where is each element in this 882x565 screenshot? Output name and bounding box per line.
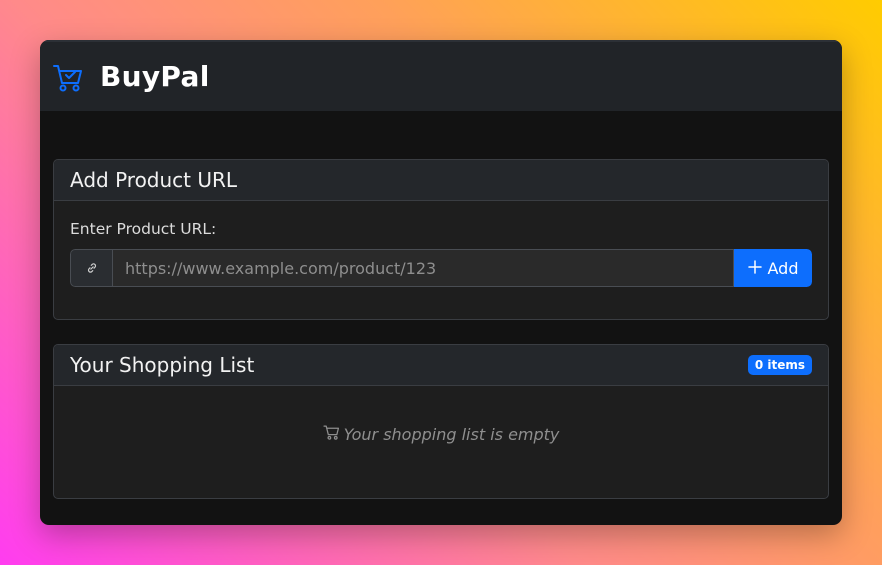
item-count-badge: 0 items bbox=[747, 355, 812, 375]
link-icon bbox=[70, 249, 112, 287]
product-url-input[interactable] bbox=[112, 249, 734, 287]
add-product-title: Add Product URL bbox=[70, 168, 238, 192]
plus-icon bbox=[747, 259, 762, 278]
add-product-card: Add Product URL Enter Product URL: Add bbox=[53, 159, 829, 320]
empty-state-text: Your shopping list is empty bbox=[343, 425, 560, 444]
app-window: BuyPal Add Product URL Enter Product URL… bbox=[40, 40, 842, 525]
cart-check-icon bbox=[52, 61, 84, 93]
brand-name[interactable]: BuyPal bbox=[100, 60, 210, 93]
add-button-label: Add bbox=[767, 258, 799, 278]
shopping-list-card: Your Shopping List 0 items Your shopping… bbox=[53, 344, 829, 499]
navbar: BuyPal bbox=[40, 40, 842, 111]
shopping-list-card-header: Your Shopping List 0 items bbox=[54, 345, 828, 386]
url-input-group: Add bbox=[70, 249, 812, 287]
add-product-card-header: Add Product URL bbox=[54, 160, 828, 201]
product-url-label: Enter Product URL: bbox=[70, 220, 217, 238]
empty-state: Your shopping list is empty bbox=[54, 424, 828, 445]
shopping-list-title: Your Shopping List bbox=[70, 353, 255, 377]
add-button[interactable]: Add bbox=[734, 249, 812, 287]
cart-icon bbox=[323, 424, 340, 445]
